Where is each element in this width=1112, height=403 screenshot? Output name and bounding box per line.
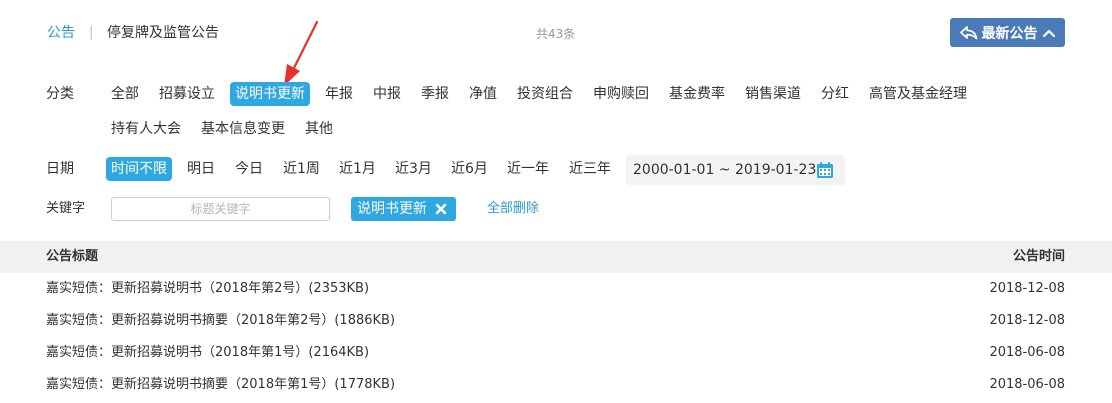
tab-notice[interactable]: 公告 [47,24,75,42]
category-sales-channels[interactable]: 销售渠道 [745,83,801,105]
category-executives-managers[interactable]: 高管及基金经理 [869,83,967,105]
announcement-page: 公告 | 停复牌及监管公告 共43条 最新公告 分类 全部 招募设立 说明书更新… [0,0,1112,403]
table-row: 嘉实短债：更新招募说明书摘要（2018年第1号）(1778KB) 2018-06… [0,369,1112,401]
table-header: 公告标题 公告时间 [0,241,1112,273]
date-tomorrow[interactable]: 明日 [187,158,215,180]
tab-separator: | [89,25,94,40]
category-net-value[interactable]: 净值 [469,83,497,105]
total-count: 共43条 [536,27,576,41]
date-last-3-years[interactable]: 近三年 [569,158,611,180]
category-subscription-redemption[interactable]: 申购赎回 [593,83,649,105]
row-date: 2018-12-08 [989,281,1065,296]
category-holders-meeting[interactable]: 持有人大会 [111,118,181,140]
column-header-date: 公告时间 [1012,249,1065,264]
category-fund-fees[interactable]: 基金费率 [669,83,725,105]
clear-all-link[interactable]: 全部删除 [487,199,539,219]
row-title-link[interactable]: 嘉实短债：更新招募说明书摘要（2018年第1号）(1778KB) [46,377,395,393]
latest-notice-button[interactable]: 最新公告 [950,18,1065,47]
row-title-link[interactable]: 嘉实短债：更新招募说明书摘要（2018年第2号）(1886KB) [46,313,395,329]
category-prospectus-update[interactable]: 说明书更新 [230,82,310,106]
table-row: 嘉实短债：更新招募说明书摘要（2018年第2号）(1886KB) 2018-12… [0,305,1112,337]
latest-notice-label: 最新公告 [981,25,1038,42]
category-interim-report[interactable]: 中报 [373,83,401,105]
date-range-picker[interactable]: 2000-01-01 ~ 2019-01-23 [626,155,845,185]
row-date: 2018-06-08 [989,377,1065,392]
table-row: 嘉实短债：更新招募说明书（2018年第1号）(2164KB) 2018-06-0… [0,337,1112,369]
category-recruitment[interactable]: 招募设立 [159,83,215,105]
category-dividends[interactable]: 分红 [821,83,849,105]
row-title-link[interactable]: 嘉实短债：更新招募说明书（2018年第1号）(2164KB) [46,345,369,361]
tab-suspension-notice[interactable]: 停复牌及监管公告 [107,24,219,42]
category-other[interactable]: 其他 [305,118,333,140]
category-quarterly-report[interactable]: 季报 [421,83,449,105]
category-all[interactable]: 全部 [111,83,139,105]
date-last-month[interactable]: 近1月 [339,158,376,180]
date-any[interactable]: 时间不限 [106,157,172,181]
row-date: 2018-06-08 [989,345,1065,360]
chevron-up-icon [1042,29,1055,37]
table-row: 嘉实短债：更新招募说明书（2018年第2号）(2353KB) 2018-12-0… [0,273,1112,305]
keyword-input[interactable] [111,197,330,221]
category-label: 分类 [46,86,74,102]
row-title-link[interactable]: 嘉实短债：更新招募说明书（2018年第2号）(2353KB) [46,281,369,297]
category-basic-info-change[interactable]: 基本信息变更 [201,118,285,140]
category-portfolio[interactable]: 投资组合 [517,83,573,105]
date-last-year[interactable]: 近一年 [507,158,549,180]
annotation-arrow-icon [284,20,319,86]
category-annual-report[interactable]: 年报 [325,83,353,105]
row-date: 2018-12-08 [989,313,1065,328]
column-header-title: 公告标题 [46,249,99,264]
date-last-week[interactable]: 近1周 [283,158,320,180]
date-last-6-months[interactable]: 近6月 [451,158,488,180]
close-icon[interactable] [435,203,447,215]
active-filter-tag: 说明书更新 [351,197,456,221]
calendar-icon [817,162,833,178]
active-filter-tag-label: 说明书更新 [357,201,427,217]
date-range-value: 2000-01-01 ~ 2019-01-23 [633,162,817,178]
reply-arrow-icon [959,25,977,39]
date-today[interactable]: 今日 [235,158,263,180]
date-last-3-months[interactable]: 近3月 [395,158,432,180]
date-label: 日期 [46,161,74,177]
keyword-label: 关键字 [46,201,86,216]
